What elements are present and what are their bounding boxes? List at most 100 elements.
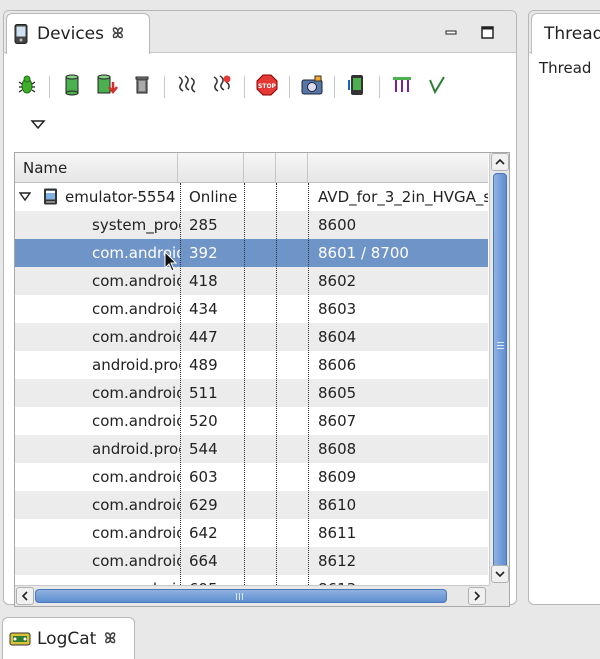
- hierarchy-icon: [391, 74, 413, 100]
- process-port: 8604: [318, 328, 357, 346]
- column-header-3[interactable]: [244, 153, 276, 183]
- process-port: 8602: [318, 272, 357, 290]
- vertical-scrollbar[interactable]: [489, 153, 509, 585]
- vertical-scroll-thumb[interactable]: [493, 173, 507, 573]
- screen-capture-button[interactable]: [299, 74, 325, 100]
- process-pid: 695: [187, 575, 243, 585]
- column-header-name[interactable]: Name: [15, 153, 178, 183]
- triangle-down-icon[interactable]: [30, 119, 46, 131]
- chevron-down-icon: [495, 571, 505, 578]
- process-row[interactable]: com.android.systemui 447 8604: [15, 323, 488, 351]
- process-port: 8607: [318, 412, 357, 430]
- column-divider: [244, 183, 245, 585]
- process-row[interactable]: com.android.mms 629 8610: [15, 491, 488, 519]
- dump-hprof-button[interactable]: [94, 74, 120, 100]
- toolbar-separator: [244, 76, 245, 98]
- process-row[interactable]: com.android.deskclock 520 8607: [15, 407, 488, 435]
- logcat-tabbar: LogCat ꕤ: [0, 615, 600, 659]
- process-row[interactable]: android.process.acore 489 8606: [15, 351, 488, 379]
- tab-logcat[interactable]: LogCat ꕤ: [2, 617, 135, 659]
- systrace-button[interactable]: [424, 74, 450, 100]
- process-pid: 418: [189, 272, 218, 290]
- process-pid: 629: [189, 496, 218, 514]
- maximize-icon[interactable]: [480, 25, 496, 41]
- device-reset-icon: [346, 74, 368, 100]
- column-divider: [308, 183, 309, 585]
- toolbar-separator: [164, 76, 165, 98]
- close-icon[interactable]: ꕤ: [104, 631, 116, 647]
- scroll-right-button[interactable]: [468, 587, 486, 605]
- update-heap-button[interactable]: [59, 74, 85, 100]
- stop-process-button[interactable]: STOP: [254, 74, 280, 100]
- stop-icon: STOP: [256, 74, 278, 100]
- expand-twisty-icon[interactable]: [19, 191, 31, 203]
- threads-icon: [176, 74, 198, 100]
- scroll-left-button[interactable]: [16, 587, 34, 605]
- debug-process-button[interactable]: [14, 74, 40, 100]
- process-port: 8613: [316, 575, 488, 585]
- start-method-profiling-button[interactable]: [209, 74, 235, 100]
- column-header-pid[interactable]: [178, 153, 244, 183]
- process-pid: 603: [189, 468, 218, 486]
- process-row[interactable]: com.android.phone 392 8601 / 8700: [15, 239, 488, 267]
- process-pid: 489: [189, 356, 218, 374]
- update-threads-button[interactable]: [174, 74, 200, 100]
- process-name: com.android.systemui: [92, 328, 180, 346]
- process-pid: 392: [189, 244, 218, 262]
- process-name: android.process.media: [92, 440, 180, 458]
- cause-gc-button[interactable]: [129, 74, 155, 100]
- process-row[interactable]: com.android.settings 434 8603: [15, 295, 488, 323]
- checkmark-icon: [426, 74, 448, 100]
- camera-icon: [301, 74, 323, 100]
- minimize-icon[interactable]: [444, 25, 460, 41]
- tab-threads[interactable]: Threads: [531, 13, 600, 54]
- process-row[interactable]: com.android.calendar 695 8613: [15, 575, 488, 585]
- process-port: 8608: [318, 440, 357, 458]
- column-header-port[interactable]: [308, 153, 488, 183]
- close-icon[interactable]: ꕤ: [112, 26, 124, 42]
- process-pid: 285: [189, 216, 218, 234]
- process-port: 8606: [318, 356, 357, 374]
- process-name: com.android.phone: [92, 244, 180, 262]
- process-pid: 544: [189, 440, 218, 458]
- process-name: com.android.settings: [92, 300, 180, 318]
- devices-panel: Devices ꕤ STOP Name emulator-5554 Online…: [3, 10, 517, 607]
- reset-adb-button[interactable]: [344, 74, 370, 100]
- device-icon: [44, 188, 57, 205]
- process-port: 8603: [318, 300, 357, 318]
- scroll-up-button[interactable]: [491, 153, 509, 171]
- process-name: com.android.quicksearchbox: [92, 552, 180, 570]
- process-name: system_process: [92, 216, 180, 234]
- device-row[interactable]: emulator-5554 Online AVD_for_3_2in_HVGA_…: [15, 183, 488, 211]
- horizontal-scrollbar[interactable]: [15, 585, 509, 606]
- tab-devices[interactable]: Devices ꕤ: [6, 13, 150, 54]
- cylinder-icon: [64, 74, 80, 100]
- device-name-cell: emulator-5554: [15, 183, 180, 211]
- column-header-4[interactable]: [276, 153, 308, 183]
- process-port: 8612: [318, 552, 357, 570]
- process-row[interactable]: system_process 285 8600: [15, 211, 488, 239]
- device-name: emulator-5554: [65, 188, 176, 206]
- dump-view-hierarchy-button[interactable]: [389, 74, 415, 100]
- horizontal-scroll-thumb[interactable]: [35, 589, 447, 603]
- mouse-pointer-icon: [164, 251, 178, 272]
- tab-threads-label: Threads: [544, 24, 600, 44]
- process-row[interactable]: com.android.inputmethod 511 8605: [15, 379, 488, 407]
- process-row[interactable]: com.android.quicksearchbox 664 8612: [15, 547, 488, 575]
- process-name: com.android.music: [92, 524, 180, 542]
- process-row[interactable]: com.android.music 642 8611: [15, 519, 488, 547]
- devices-tree[interactable]: Name emulator-5554 Online AVD_for_3_2in_…: [14, 152, 510, 607]
- device-avd: AVD_for_3_2in_HVGA_slider: [318, 188, 488, 206]
- toolbar-separator: [334, 76, 335, 98]
- phone-icon: [14, 24, 28, 44]
- process-pid: 520: [189, 412, 218, 430]
- process-row[interactable]: com.android.launcher 418 8602: [15, 267, 488, 295]
- column-divider: [180, 183, 181, 585]
- scroll-down-button[interactable]: [491, 565, 509, 583]
- process-row[interactable]: android.process.media 544 8608: [15, 435, 488, 463]
- process-row[interactable]: com.android.email 603 8609: [15, 463, 488, 491]
- process-name: com.android.deskclock: [92, 412, 180, 430]
- devices-toolbar: STOP: [14, 73, 459, 101]
- chevron-right-icon: [474, 591, 481, 601]
- process-pid: 447: [189, 328, 218, 346]
